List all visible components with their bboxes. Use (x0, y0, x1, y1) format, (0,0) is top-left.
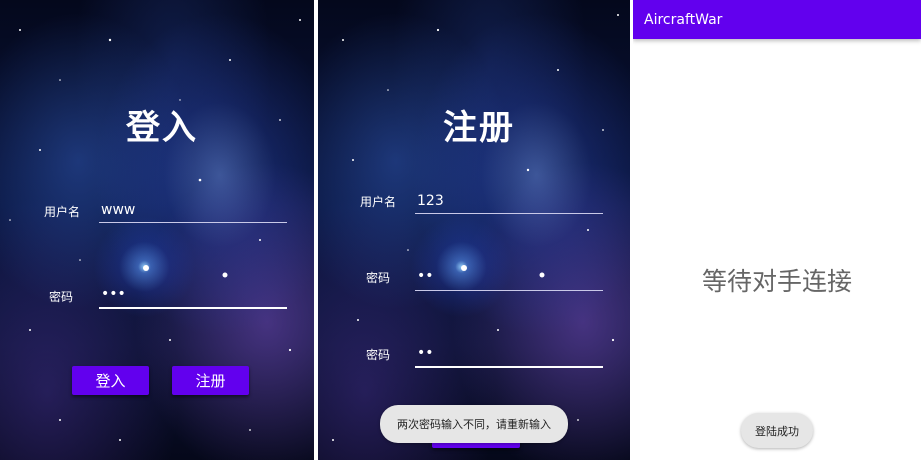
username-input[interactable]: www (101, 202, 135, 218)
app-bar: AircraftWar (633, 0, 921, 39)
page-title: 登入 (126, 108, 198, 148)
username-input[interactable]: 123 (417, 193, 444, 209)
register-screen: 注册 用户名 123 密码 •• 密码 •• 注册 两次密码输入不同，请重新输入 (318, 0, 630, 460)
starfield-background (9, 19, 301, 441)
password-underline (415, 290, 603, 291)
password-underline (99, 307, 287, 309)
starfield-background (332, 14, 619, 441)
username-label: 用户名 (360, 195, 397, 209)
confirm-password-input[interactable]: •• (417, 345, 434, 361)
app-title: AircraftWar (644, 11, 723, 28)
waiting-screen: AircraftWar 等待对手连接 登陆成功 (633, 0, 921, 460)
username-underline (415, 213, 603, 214)
password-label: 密码 (366, 271, 391, 285)
password-label: 密码 (49, 290, 74, 304)
password-input[interactable]: •• (417, 268, 434, 284)
waiting-message: 等待对手连接 (701, 267, 852, 296)
confirm-password-underline (415, 366, 603, 368)
login-screen: 登入 用户名 www 密码 ••• 登入 注册 (0, 0, 314, 460)
password-input[interactable]: ••• (101, 286, 126, 302)
login-button[interactable]: 登入 (72, 366, 149, 395)
username-label: 用户名 (44, 205, 81, 219)
confirm-password-label: 密码 (366, 348, 391, 362)
username-underline (99, 222, 287, 223)
register-button[interactable]: 注册 (172, 366, 249, 395)
page-title: 注册 (443, 108, 515, 148)
toast-message: 两次密码输入不同，请重新输入 (380, 405, 568, 443)
toast-message: 登陆成功 (741, 413, 813, 448)
